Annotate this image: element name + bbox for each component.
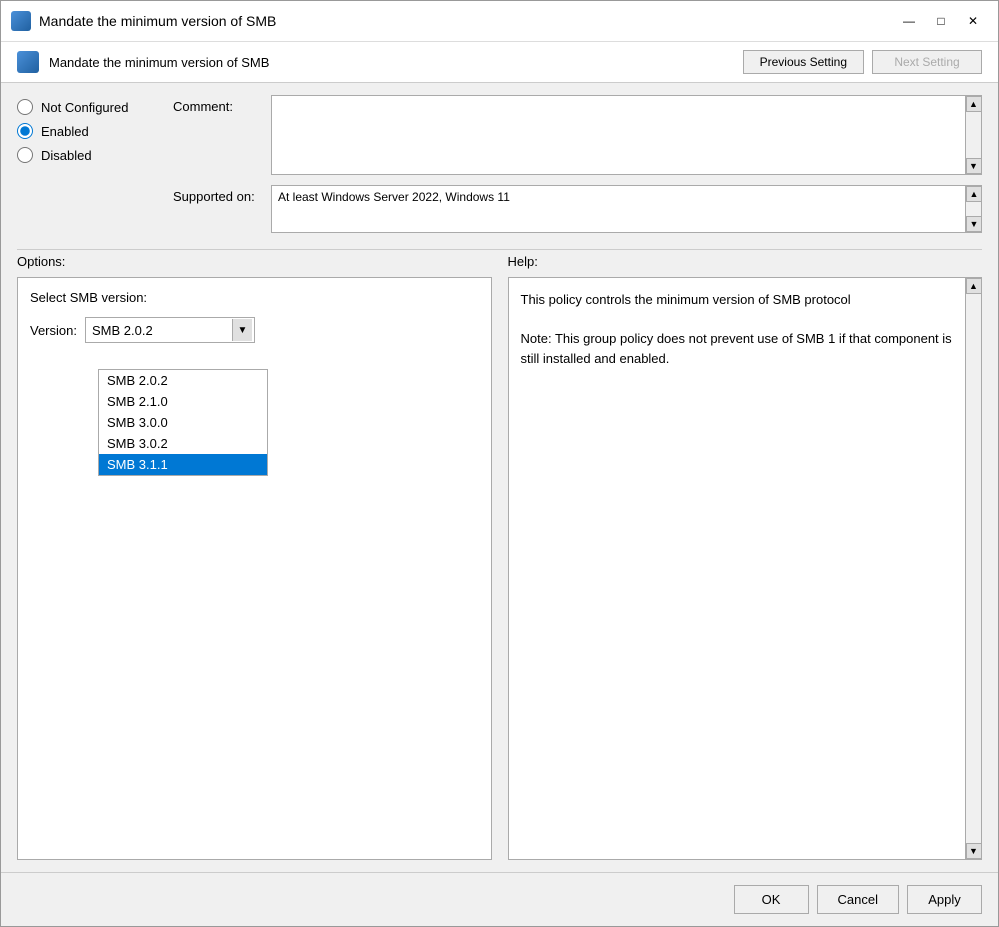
help-scroll-up[interactable]: ▲: [966, 278, 982, 294]
comment-textarea[interactable]: [271, 95, 966, 175]
help-panel: This policy controls the minimum version…: [508, 277, 983, 860]
help-line2: Note: This group policy does not prevent…: [521, 329, 970, 368]
radio-not-configured-input[interactable]: [17, 99, 33, 115]
dropdown-item-smb302[interactable]: SMB 3.0.2: [99, 433, 267, 454]
cancel-button[interactable]: Cancel: [817, 885, 899, 914]
comment-scroll-down[interactable]: ▼: [966, 158, 982, 174]
radio-not-configured[interactable]: Not Configured: [17, 99, 157, 115]
radio-enabled-label: Enabled: [41, 124, 89, 139]
previous-setting-button[interactable]: Previous Setting: [743, 50, 864, 74]
help-line1: This policy controls the minimum version…: [521, 290, 970, 310]
supported-scrollbar: ▲ ▼: [966, 185, 982, 233]
header-title: Mandate the minimum version of SMB: [49, 55, 733, 70]
dropdown-list: SMB 2.0.2 SMB 2.1.0 SMB 3.0.0 SMB 3.0.2 …: [98, 369, 268, 476]
supported-label: Supported on:: [173, 185, 263, 204]
help-section-title: Help:: [508, 254, 538, 269]
version-dropdown-wrapper: SMB 2.0.2 SMB 2.1.0 SMB 3.0.0 SMB 3.0.2 …: [85, 317, 255, 343]
supported-textarea: At least Windows Server 2022, Windows 11: [271, 185, 966, 233]
comment-label: Comment:: [173, 95, 263, 114]
main-window: Mandate the minimum version of SMB — □ ✕…: [0, 0, 999, 927]
ok-button[interactable]: OK: [734, 885, 809, 914]
top-section: Not Configured Enabled Disabled Comment:: [17, 95, 982, 233]
select-smb-title: Select SMB version:: [30, 290, 479, 305]
comment-scroll-up[interactable]: ▲: [966, 96, 982, 112]
radio-group: Not Configured Enabled Disabled: [17, 95, 157, 233]
window-icon: [11, 11, 31, 31]
supported-scroll-down[interactable]: ▼: [966, 216, 982, 232]
apply-button[interactable]: Apply: [907, 885, 982, 914]
title-bar: Mandate the minimum version of SMB — □ ✕: [1, 1, 998, 42]
comment-container: ▲ ▼: [271, 95, 982, 175]
help-scroll-track: [966, 294, 981, 843]
content-area: Not Configured Enabled Disabled Comment:: [1, 83, 998, 872]
main-panels: Select SMB version: Version: SMB 2.0.2 S…: [17, 277, 982, 860]
footer: OK Cancel Apply: [1, 872, 998, 926]
help-scrollbar: ▲ ▼: [965, 278, 981, 859]
dropdown-item-smb202[interactable]: SMB 2.0.2: [99, 370, 267, 391]
comment-row: Comment: ▲ ▼: [173, 95, 982, 175]
dropdown-item-smb300[interactable]: SMB 3.0.0: [99, 412, 267, 433]
help-scroll-down[interactable]: ▼: [966, 843, 982, 859]
options-panel: Select SMB version: Version: SMB 2.0.2 S…: [17, 277, 492, 860]
radio-disabled[interactable]: Disabled: [17, 147, 157, 163]
version-label: Version:: [30, 323, 77, 338]
radio-enabled-input[interactable]: [17, 123, 33, 139]
comment-scrollbar: ▲ ▼: [966, 95, 982, 175]
help-text: This policy controls the minimum version…: [521, 290, 970, 368]
radio-not-configured-label: Not Configured: [41, 100, 128, 115]
divider: [17, 249, 982, 250]
radio-disabled-label: Disabled: [41, 148, 92, 163]
maximize-button[interactable]: □: [926, 9, 956, 33]
dropdown-item-smb210[interactable]: SMB 2.1.0: [99, 391, 267, 412]
supported-row: Supported on: At least Windows Server 20…: [173, 185, 982, 233]
sections-row: Options: Help:: [17, 254, 982, 269]
next-setting-button[interactable]: Next Setting: [872, 50, 982, 74]
right-section: Comment: ▲ ▼ Supported on: At least: [173, 95, 982, 233]
window-title: Mandate the minimum version of SMB: [39, 13, 886, 29]
supported-container: At least Windows Server 2022, Windows 11…: [271, 185, 982, 233]
version-row: Version: SMB 2.0.2 SMB 2.1.0 SMB 3.0.0 S…: [30, 317, 479, 343]
header-bar: Mandate the minimum version of SMB Previ…: [1, 42, 998, 83]
radio-disabled-input[interactable]: [17, 147, 33, 163]
header-icon: [17, 51, 39, 73]
close-button[interactable]: ✕: [958, 9, 988, 33]
title-bar-controls: — □ ✕: [894, 9, 988, 33]
dropdown-display[interactable]: SMB 2.0.2▼: [85, 317, 255, 343]
supported-scroll-up[interactable]: ▲: [966, 186, 982, 202]
radio-enabled[interactable]: Enabled: [17, 123, 157, 139]
header-buttons: Previous Setting Next Setting: [743, 50, 982, 74]
minimize-button[interactable]: —: [894, 9, 924, 33]
options-section-title: Options:: [17, 254, 65, 269]
dropdown-item-smb311[interactable]: SMB 3.1.1: [99, 454, 267, 475]
